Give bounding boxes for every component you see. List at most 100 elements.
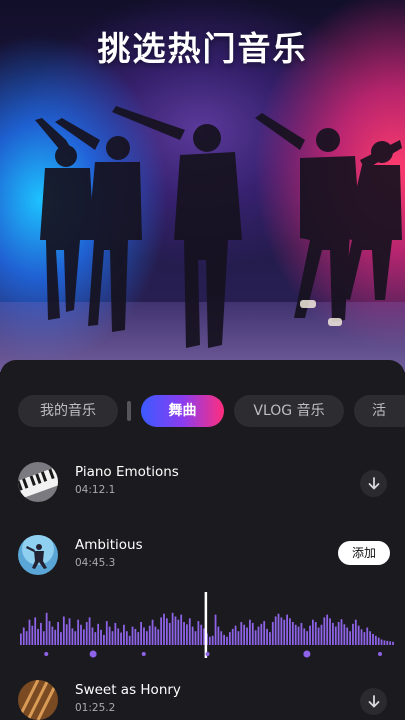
waveform-bar <box>74 631 77 645</box>
waveform-bar <box>183 622 185 645</box>
waveform-bar <box>148 625 151 645</box>
track-row-sweet-as-honry[interactable]: Sweet as Honry 01:25.2 <box>0 680 405 720</box>
waveform-bar <box>320 624 323 645</box>
waveform-bar <box>134 628 137 645</box>
waveform-bar <box>389 641 392 645</box>
waveform-bar <box>82 629 85 645</box>
waveform-bar <box>103 634 105 645</box>
tab-my-music[interactable]: 我的音乐 <box>18 395 118 427</box>
waveform-bar <box>326 614 329 645</box>
beat-marker[interactable] <box>303 650 311 658</box>
beat-marker[interactable] <box>44 652 49 656</box>
tab-dance[interactable]: 舞曲 <box>141 395 224 427</box>
waveform-bar <box>243 624 246 645</box>
playhead[interactable] <box>204 592 208 658</box>
beat-marker[interactable] <box>378 652 382 656</box>
waveform-bar <box>211 635 214 645</box>
track-row-piano-emotions[interactable]: Piano Emotions 04:12.1 <box>0 462 405 522</box>
track-duration: 04:12.1 <box>75 484 116 496</box>
waveform-bar <box>88 617 91 645</box>
waveform-bar <box>91 627 94 645</box>
waveform-bar <box>62 616 65 645</box>
waveform-bar <box>289 618 291 645</box>
waveform-bar <box>100 629 102 645</box>
waveform-bar <box>200 624 203 645</box>
waveform-bar <box>246 627 248 645</box>
waveform-bar <box>128 635 131 645</box>
waveform-bar <box>377 637 380 645</box>
waveform-bar <box>145 631 148 645</box>
waveform-bar <box>309 625 311 645</box>
waveform-bar <box>349 631 351 645</box>
waveform-bar <box>220 631 223 645</box>
tab-vlog-music[interactable]: VLOG 音乐 <box>234 395 344 427</box>
waveform-bar <box>263 621 266 645</box>
waveform-bar <box>337 622 340 645</box>
waveform-bar <box>111 631 114 645</box>
waveform-bar <box>165 618 168 645</box>
beat-marker[interactable] <box>205 652 210 656</box>
waveform-bar <box>357 625 360 645</box>
waveform-bar <box>226 636 228 645</box>
waveform-bar <box>251 622 254 645</box>
download-icon <box>368 476 379 489</box>
album-art-ambitious <box>18 535 58 575</box>
waveform-bar <box>117 628 120 645</box>
waveform-bar <box>369 631 372 645</box>
hero-banner: 挑选热门音乐 <box>0 0 405 372</box>
waveform-bar <box>163 613 165 645</box>
waveform-bar <box>314 622 317 645</box>
waveform-bar <box>231 628 234 645</box>
track-title: Sweet as Honry <box>75 682 181 698</box>
beat-marker[interactable] <box>141 652 146 656</box>
add-button[interactable]: 添加 <box>338 541 390 565</box>
waveform-bar <box>334 626 337 645</box>
tab-more[interactable]: 活 <box>354 395 405 427</box>
waveform-bar <box>60 632 62 645</box>
waveform-bar <box>228 632 231 645</box>
waveform-bar <box>271 622 274 645</box>
waveform-bar <box>57 622 59 645</box>
waveform-bar <box>340 619 343 645</box>
waveform-bar <box>277 613 280 645</box>
waveform-bar <box>40 622 42 645</box>
waveform-bar <box>291 622 294 645</box>
waveform-bar <box>217 626 220 645</box>
waveform-bar <box>363 632 366 645</box>
waveform-bar <box>143 627 145 645</box>
download-button[interactable] <box>360 470 387 497</box>
waveform-bar <box>80 624 82 645</box>
waveform-bar <box>65 624 68 645</box>
waveform-bar <box>105 621 108 645</box>
waveform-bar <box>366 627 369 645</box>
download-button[interactable] <box>360 688 387 715</box>
audio-waveform[interactable] <box>20 590 395 662</box>
waveform-bar <box>386 640 389 645</box>
waveform-bar <box>274 616 277 645</box>
waveform-bar <box>360 629 363 645</box>
waveform-bar <box>37 628 39 645</box>
waveform-bar <box>131 626 134 645</box>
waveform-bar <box>283 619 286 645</box>
download-icon <box>368 694 379 707</box>
waveform-bar <box>280 617 283 645</box>
waveform-bar <box>234 625 237 645</box>
waveform-bar <box>380 639 383 645</box>
beat-marker[interactable] <box>89 650 97 658</box>
waveform-bar <box>45 612 48 645</box>
waveform-bar <box>254 630 257 645</box>
waveform-bar <box>68 618 71 645</box>
track-duration: 04:45.3 <box>75 557 116 569</box>
waveform-bar <box>392 641 394 645</box>
waveform-bar <box>157 629 160 645</box>
track-row-ambitious[interactable]: Ambitious 04:45.3 添加 <box>0 535 405 595</box>
category-tabs: 我的音乐 舞曲 VLOG 音乐 活 <box>18 395 405 427</box>
waveform-bar <box>174 616 177 645</box>
waveform-bar <box>317 627 320 645</box>
waveform-bar <box>323 617 326 645</box>
waveform-bar <box>237 631 240 645</box>
waveform-bar <box>168 622 171 645</box>
waveform-bar <box>300 622 303 645</box>
waveform-bar <box>154 626 157 645</box>
waveform-bar <box>257 626 260 645</box>
